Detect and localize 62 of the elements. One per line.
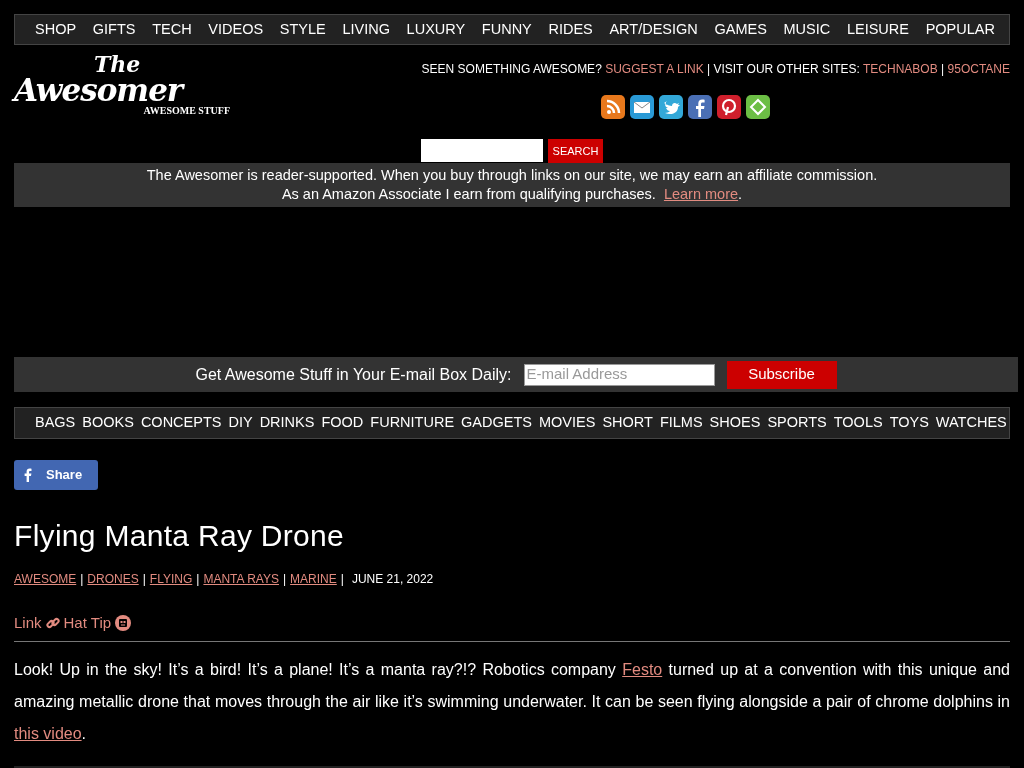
category-link[interactable]: DRINKS <box>259 412 315 434</box>
learn-more-link[interactable]: Learn more <box>663 186 739 202</box>
email-field[interactable]: E-mail Address <box>523 363 715 386</box>
tag-link[interactable]: FLYING <box>149 570 193 588</box>
subscribe-button[interactable]: Subscribe <box>726 360 837 389</box>
hat-tip-link[interactable]: Hat Tip <box>63 612 132 635</box>
inline-link[interactable]: this video <box>14 724 82 742</box>
separator: | <box>196 571 200 588</box>
separator: | <box>80 571 84 588</box>
separator: | <box>283 571 287 588</box>
tag-link[interactable]: MANTA RAYS <box>203 570 279 588</box>
category-link[interactable]: GADGETS <box>461 412 532 434</box>
disclaimer-text: The Awesomer is reader-supported. When you buy through links on our site, we may earn an affiliate commission. <box>145 166 879 185</box>
category-link[interactable]: SHOES <box>709 412 761 434</box>
tag-link[interactable]: MARINE <box>290 570 337 588</box>
header-link[interactable]: SUGGEST A LINK <box>605 62 704 76</box>
tag-link[interactable]: AWESOME <box>14 570 77 588</box>
newsletter-label: Get Awesome Stuff in Your E-mail Box Daily: <box>195 364 512 385</box>
nav-link[interactable]: ART/DESIGN <box>609 18 698 41</box>
nav-link[interactable]: SHOP <box>35 18 77 41</box>
category-link[interactable]: FILMS <box>659 412 703 434</box>
article-title: Flying Manta Ray Drone <box>14 518 346 554</box>
post-date: JUNE 21, 2022 <box>351 571 434 588</box>
category-link[interactable]: BOOKS <box>82 412 134 434</box>
inline-link[interactable]: Festo <box>622 660 663 678</box>
category-link[interactable]: MOVIES <box>539 412 596 434</box>
category-link[interactable]: FOOD <box>321 412 364 434</box>
source-link[interactable]: Link <box>14 612 60 635</box>
disclaimer-text: As an Amazon Associate I earn from qualifying purchases. <box>281 186 656 202</box>
category-link[interactable]: TOYS <box>889 412 929 434</box>
nav-link[interactable]: MUSIC <box>783 18 831 41</box>
category-link[interactable]: CONCEPTS <box>140 412 222 434</box>
separator: | <box>340 571 344 588</box>
nav-link[interactable]: LIVING <box>342 18 390 41</box>
category-link[interactable]: WATCHES <box>935 412 1007 434</box>
category-link[interactable]: DIY <box>228 412 253 434</box>
article-paragraph: Look! Up in the sky! It’s a bird! It’s a plane! It’s a manta ray?!? Robotics company Festo turned up at a convention with this unique and amazing metallic drone that moves through the air like it’s swimming underwater. It can be seen flying alongside a pair of chrome dolphins in this video. <box>14 659 1010 744</box>
nav-link[interactable]: RIDES <box>548 18 593 41</box>
category-link[interactable]: TOOLS <box>833 412 883 434</box>
nav-link[interactable]: GIFTS <box>92 18 136 41</box>
category-link[interactable]: SPORTS <box>767 412 827 434</box>
category-link[interactable]: BAGS <box>35 412 76 434</box>
header-text: | <box>941 62 945 76</box>
nav-link[interactable]: LUXURY <box>406 18 466 41</box>
separator: | <box>142 571 146 588</box>
nav-link[interactable]: VIDEOS <box>208 18 264 41</box>
tag-link[interactable]: DRONES <box>87 570 139 588</box>
share-button[interactable]: Share <box>14 460 98 490</box>
header-text: SEEN SOMETHING AWESOME? <box>421 62 602 76</box>
nav-link[interactable]: LEISURE <box>846 18 909 41</box>
category-link[interactable]: SHORT <box>602 412 653 434</box>
header-text: | VISIT OUR OTHER SITES: <box>707 62 860 76</box>
nav-link[interactable]: FUNNY <box>481 18 532 41</box>
nav-link[interactable]: GAMES <box>714 18 767 41</box>
search-button[interactable]: SEARCH <box>547 139 604 163</box>
nav-link[interactable]: TECH <box>152 18 192 41</box>
nav-link[interactable]: STYLE <box>279 18 326 41</box>
header-link[interactable]: TECHNABOB <box>863 62 938 76</box>
nav-link[interactable]: POPULAR <box>925 18 995 41</box>
period-text: . <box>738 186 743 202</box>
category-link[interactable]: FURNITURE <box>370 412 455 434</box>
header-link[interactable]: 95OCTANE <box>947 62 1010 76</box>
